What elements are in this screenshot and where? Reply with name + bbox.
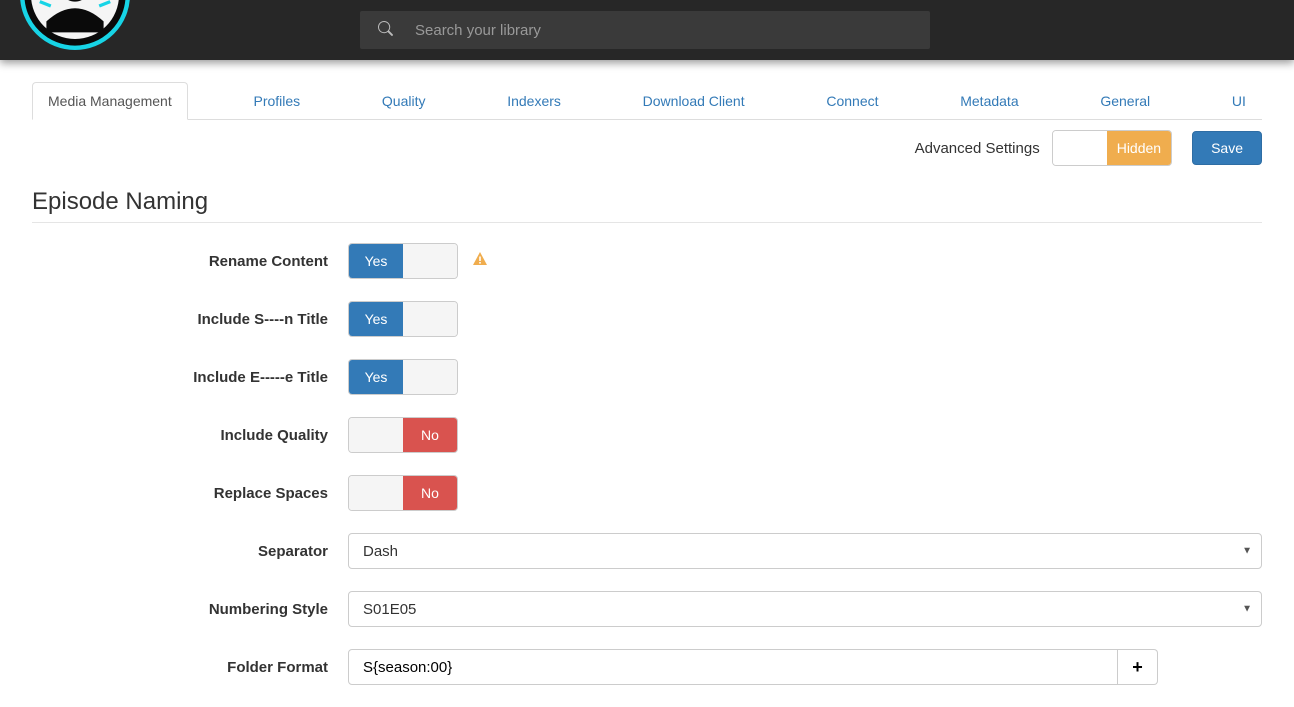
toggle-include-episode-title-off <box>403 360 457 394</box>
row-replace-spaces: Replace Spaces No <box>32 475 1262 511</box>
toggle-replace-spaces-no: No <box>403 476 457 510</box>
tab-ui[interactable]: UI <box>1216 82 1262 120</box>
app-logo <box>20 0 130 50</box>
episode-naming-form: Rename Content Yes Include S----n Title … <box>32 243 1262 685</box>
folder-format-add-button[interactable]: + <box>1118 649 1158 685</box>
search-box[interactable] <box>360 11 930 49</box>
advanced-settings-value: Hidden <box>1107 131 1171 165</box>
tab-indexers[interactable]: Indexers <box>491 82 577 120</box>
tab-general[interactable]: General <box>1084 82 1166 120</box>
label-include-episode-title: Include E-----e Title <box>32 369 348 386</box>
toggle-rename-content-yes: Yes <box>349 244 403 278</box>
app-header <box>0 0 1294 60</box>
row-numbering-style: Numbering Style S01E05 ▼ <box>32 591 1262 627</box>
toggle-rename-content-off <box>403 244 457 278</box>
label-rename-content: Rename Content <box>32 253 348 270</box>
tab-media-management[interactable]: Media Management <box>32 82 188 120</box>
toggle-include-episode-title[interactable]: Yes <box>348 359 458 395</box>
advanced-settings-blank <box>1053 131 1107 165</box>
tab-quality[interactable]: Quality <box>366 82 442 120</box>
label-folder-format: Folder Format <box>32 659 348 676</box>
row-folder-format: Folder Format + <box>32 649 1262 685</box>
toggle-include-season-title-off <box>403 302 457 336</box>
warning-icon <box>472 251 488 272</box>
label-numbering-style: Numbering Style <box>32 601 348 618</box>
advanced-settings-label: Advanced Settings <box>915 140 1040 157</box>
plus-icon: + <box>1132 657 1143 678</box>
save-button[interactable]: Save <box>1192 131 1262 165</box>
toggle-replace-spaces[interactable]: No <box>348 475 458 511</box>
section-title-episode-naming: Episode Naming <box>32 188 1262 223</box>
label-include-quality: Include Quality <box>32 427 348 444</box>
toggle-include-episode-title-yes: Yes <box>349 360 403 394</box>
select-separator[interactable]: Dash <box>348 533 1262 569</box>
advanced-settings-toggle[interactable]: Hidden <box>1052 130 1172 166</box>
label-separator: Separator <box>32 543 348 560</box>
toggle-include-quality[interactable]: No <box>348 417 458 453</box>
label-replace-spaces: Replace Spaces <box>32 485 348 502</box>
row-separator: Separator Dash ▼ <box>32 533 1262 569</box>
toggle-rename-content[interactable]: Yes <box>348 243 458 279</box>
tab-download-client[interactable]: Download Client <box>627 82 761 120</box>
row-include-season-title: Include S----n Title Yes <box>32 301 1262 337</box>
search-input[interactable] <box>415 22 912 39</box>
input-folder-format[interactable] <box>348 649 1118 685</box>
tab-connect[interactable]: Connect <box>810 82 894 120</box>
settings-tabs: Media Management Profiles Quality Indexe… <box>32 82 1262 120</box>
toggle-replace-spaces-off <box>349 476 403 510</box>
row-include-quality: Include Quality No <box>32 417 1262 453</box>
toolbar: Advanced Settings Hidden Save <box>32 120 1262 166</box>
search-icon <box>378 21 393 39</box>
toggle-include-quality-no: No <box>403 418 457 452</box>
select-numbering-style[interactable]: S01E05 <box>348 591 1262 627</box>
toggle-include-season-title[interactable]: Yes <box>348 301 458 337</box>
tab-profiles[interactable]: Profiles <box>237 82 316 120</box>
toggle-include-quality-off <box>349 418 403 452</box>
row-include-episode-title: Include E-----e Title Yes <box>32 359 1262 395</box>
tab-metadata[interactable]: Metadata <box>944 82 1034 120</box>
toggle-include-season-title-yes: Yes <box>349 302 403 336</box>
label-include-season-title: Include S----n Title <box>32 311 348 328</box>
row-rename-content: Rename Content Yes <box>32 243 1262 279</box>
